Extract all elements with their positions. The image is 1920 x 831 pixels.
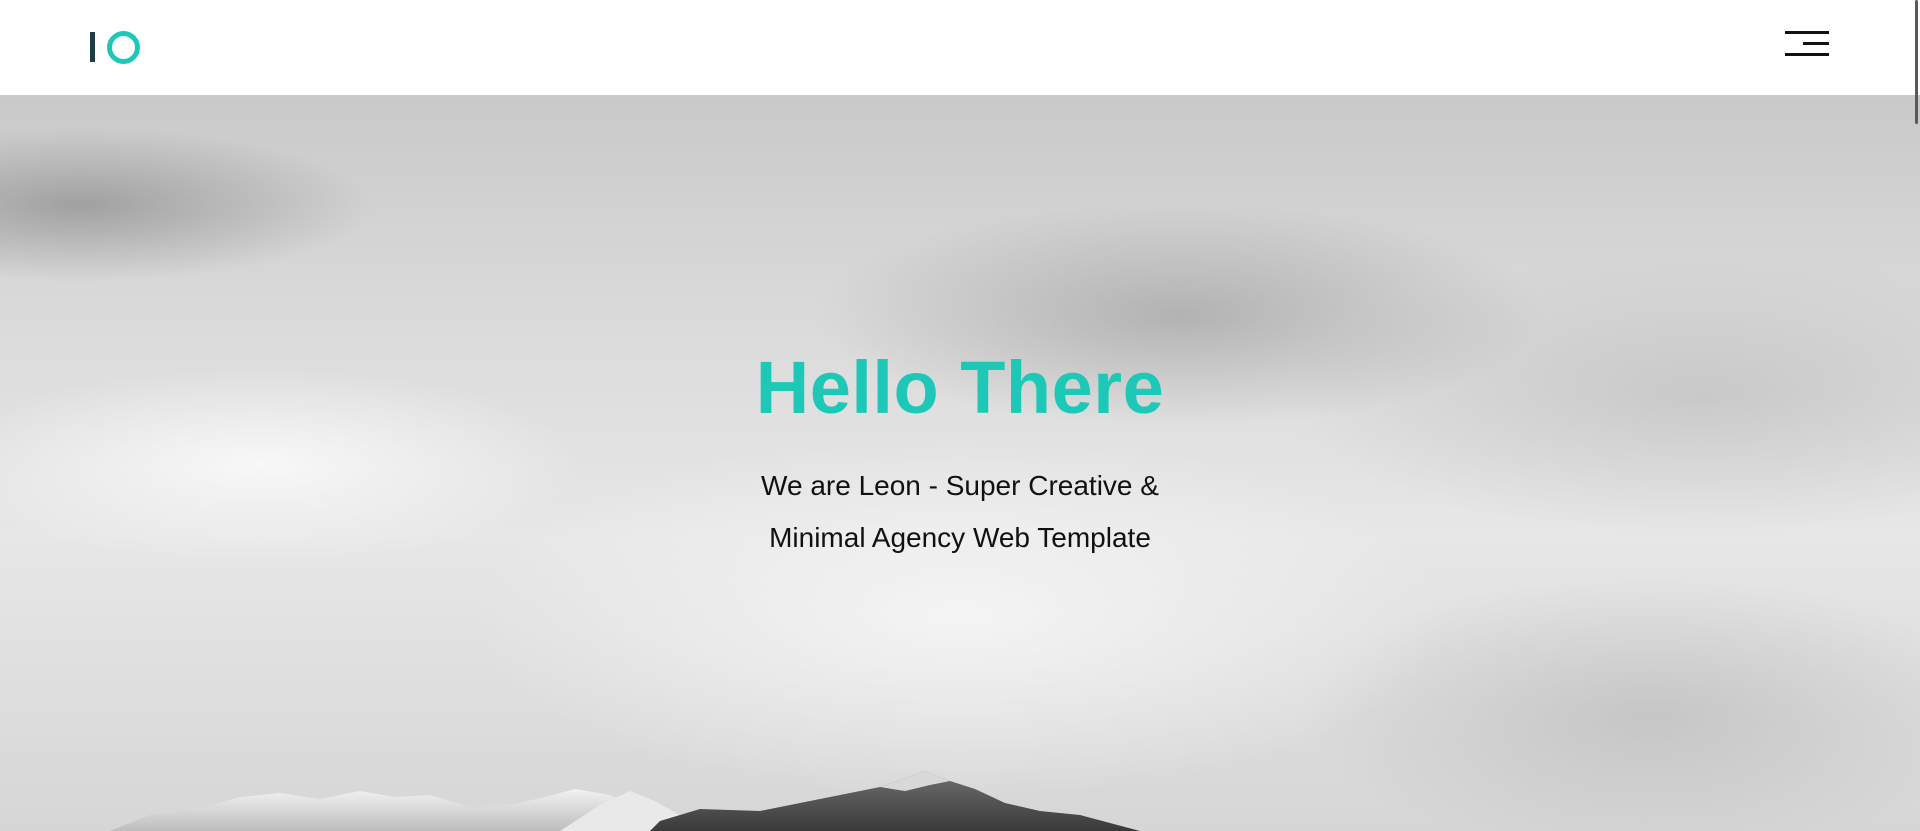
hero-title: Hello There [755,346,1165,429]
hero-subtitle: We are Leon - Super Creative & Minimal A… [0,460,1920,564]
logo-ring [107,31,140,64]
menu-line-bottom [1785,53,1829,56]
logo-bar [90,32,95,62]
hero-section: Hello There We are Leon - Super Creative… [0,95,1920,831]
hamburger-menu-icon[interactable] [1779,28,1831,60]
site-header [0,0,1920,95]
vertical-scrollbar[interactable] [1914,0,1920,831]
hero-subtitle-line1: We are Leon - Super Creative & [761,470,1159,501]
io-logo-icon[interactable] [88,29,142,65]
scrollbar-thumb[interactable] [1915,0,1918,124]
mountain-sky-image [110,771,1140,831]
hero-subtitle-line2: Minimal Agency Web Template [769,522,1151,553]
menu-line-middle [1803,42,1829,45]
page: Hello There We are Leon - Super Creative… [0,0,1920,831]
menu-line-top [1785,31,1829,34]
mountain-range-dark [650,771,1140,831]
